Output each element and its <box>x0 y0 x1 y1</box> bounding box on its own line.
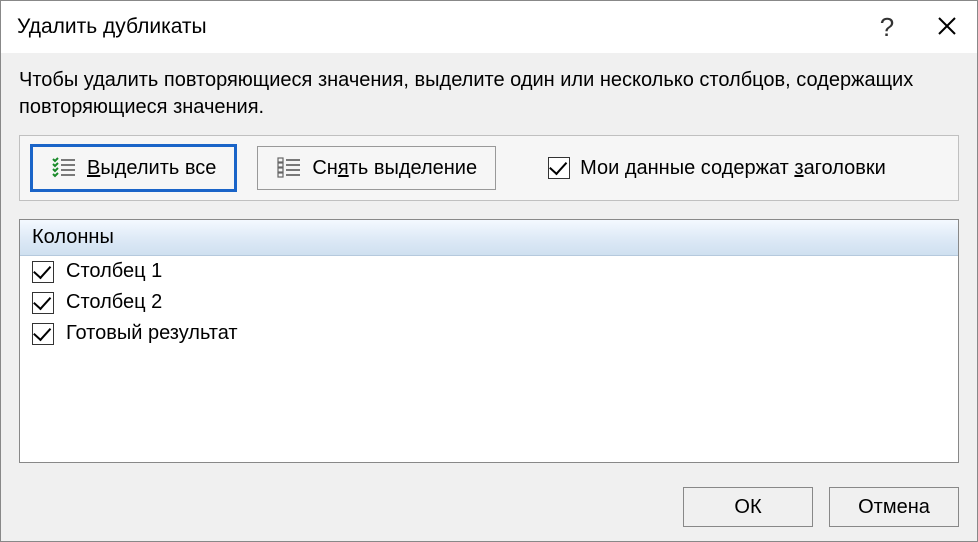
remove-duplicates-dialog: Удалить дубликаты ? Чтобы удалить повтор… <box>0 0 978 542</box>
cancel-button[interactable]: Отмена <box>829 487 959 527</box>
column-label: Готовый результат <box>66 322 238 345</box>
column-label: Столбец 2 <box>66 291 162 314</box>
column-checkbox[interactable] <box>32 261 54 283</box>
selection-toolbar: Выделить все <box>19 135 959 201</box>
columns-header: Колонны <box>20 220 958 256</box>
ok-button[interactable]: ОК <box>683 487 813 527</box>
column-label: Столбец 1 <box>66 260 162 283</box>
dialog-footer: ОК Отмена <box>1 473 977 541</box>
dialog-title: Удалить дубликаты <box>17 15 857 39</box>
select-all-button[interactable]: Выделить все <box>32 146 235 190</box>
list-item[interactable]: Готовый результат <box>20 318 958 349</box>
unselect-all-button[interactable]: Снять выделение <box>257 146 496 190</box>
select-all-label: Выделить все <box>87 157 216 180</box>
dialog-content: Чтобы удалить повторяющиеся значения, вы… <box>1 53 977 473</box>
instruction-text: Чтобы удалить повторяющиеся значения, вы… <box>19 67 959 121</box>
unselect-all-icon <box>276 155 302 181</box>
select-all-icon <box>51 155 77 181</box>
headers-checkbox-label: Мои данные содержат заголовки <box>580 157 886 180</box>
column-checkbox[interactable] <box>32 292 54 314</box>
titlebar: Удалить дубликаты ? <box>1 1 977 53</box>
help-button[interactable]: ? <box>857 1 917 53</box>
unselect-all-label: Снять выделение <box>312 157 477 180</box>
list-item[interactable]: Столбец 1 <box>20 256 958 287</box>
headers-checkbox[interactable] <box>548 157 570 179</box>
headers-checkbox-row: Мои данные содержат заголовки <box>548 157 886 180</box>
help-icon: ? <box>880 12 894 43</box>
list-item[interactable]: Столбец 2 <box>20 287 958 318</box>
close-icon <box>937 12 957 43</box>
column-checkbox[interactable] <box>32 323 54 345</box>
columns-listbox[interactable]: Колонны Столбец 1 Столбец 2 Готовый резу… <box>19 219 959 463</box>
close-button[interactable] <box>917 1 977 53</box>
